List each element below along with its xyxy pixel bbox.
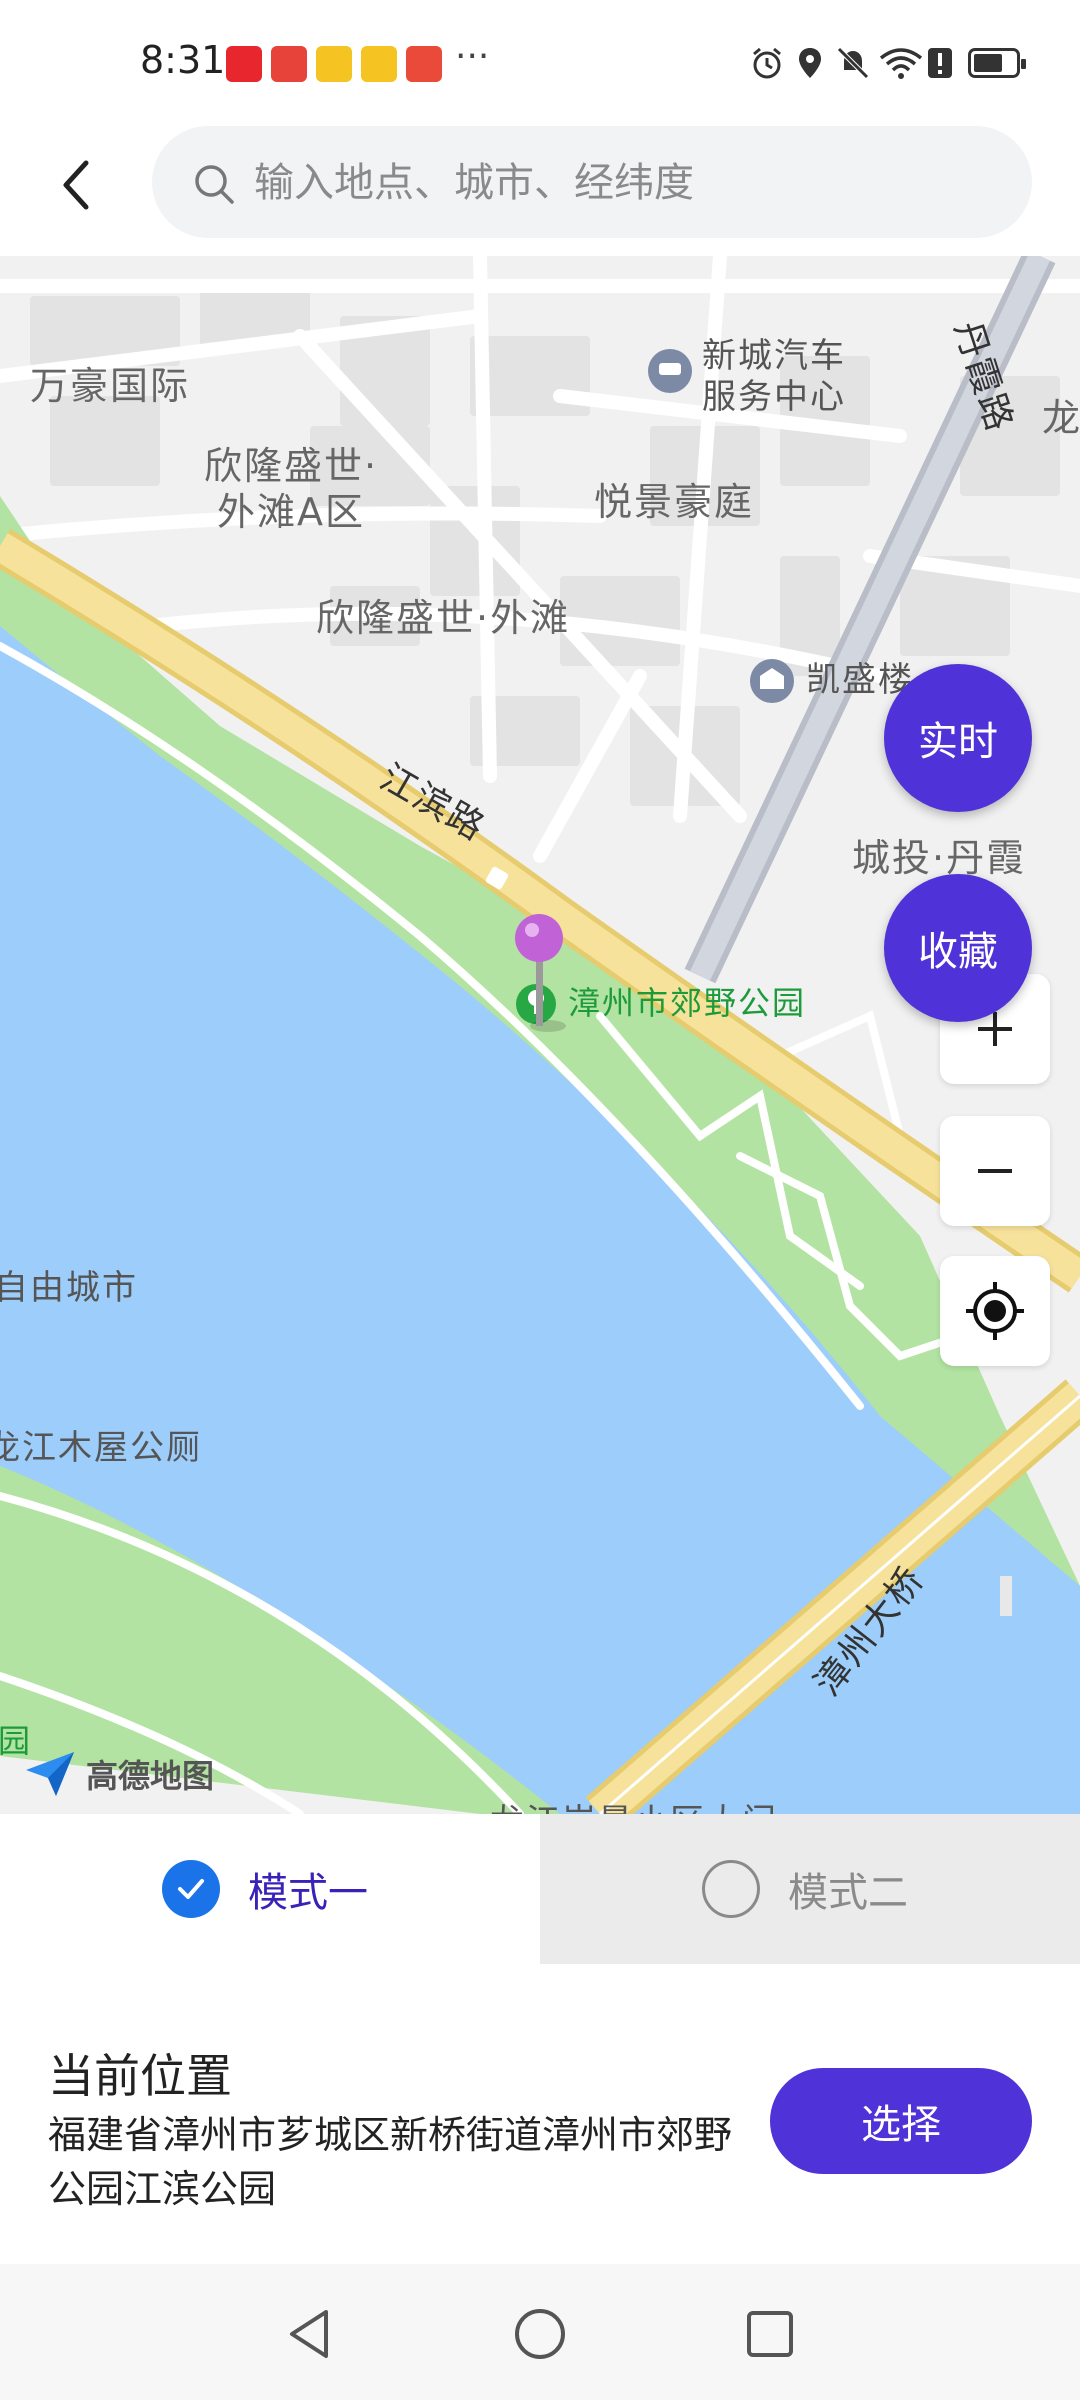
- locate-crosshair-icon: [966, 1282, 1024, 1340]
- alarm-icon: [753, 47, 781, 79]
- amap-brand-logo: 高德地图: [22, 1748, 214, 1800]
- checked-radio-icon: [162, 1860, 220, 1918]
- weibo-icon: [316, 46, 352, 82]
- locate-button[interactable]: [940, 1256, 1050, 1366]
- car-service-poi-icon: [648, 349, 692, 393]
- taobao-live-icon: [226, 46, 262, 82]
- map-label-park: 漳州市郊野公园: [568, 984, 807, 1022]
- system-navigation-bar: [0, 2264, 1080, 2400]
- search-box[interactable]: [152, 126, 1032, 238]
- more-notifications-icon: ···: [455, 36, 490, 77]
- search-icon: [195, 165, 234, 204]
- alert-icon: [928, 48, 952, 78]
- minus-icon: [978, 1169, 1012, 1173]
- mode-one-label: 模式一: [248, 1870, 368, 1916]
- weibo-icon: [361, 46, 397, 82]
- current-location-panel: 当前位置 福建省漳州市芗城区新桥街道漳州市郊野公园江滨公园 选择: [0, 1964, 1080, 2264]
- map-label-chengtou: 城投·丹霞: [852, 836, 1027, 880]
- nav-back-icon[interactable]: [280, 2304, 340, 2364]
- map-label-mumu: 龙江木屋公厕: [0, 1428, 202, 1468]
- battery-icon: [968, 48, 1026, 78]
- search-header: [0, 120, 1080, 256]
- zoom-out-button[interactable]: [940, 1116, 1050, 1226]
- current-location-title: 当前位置: [48, 2049, 232, 2103]
- search-input[interactable]: [252, 146, 996, 220]
- mode-selector: 模式一 模式二: [0, 1814, 1080, 1964]
- map-label-long: 龙: [1042, 396, 1080, 440]
- nav-recents-icon[interactable]: [740, 2304, 800, 2364]
- mode-two-option[interactable]: 模式二: [540, 1814, 1080, 1964]
- map-label-car-service: 新城汽车 服务中心: [702, 336, 846, 417]
- status-bar: 8:31 ···: [0, 0, 1080, 120]
- huawei-icon: [271, 46, 307, 82]
- status-time: 8:31: [140, 38, 226, 82]
- wifi-icon: [879, 48, 923, 79]
- mode-two-label: 模式二: [788, 1870, 908, 1916]
- mute-icon: [837, 47, 869, 79]
- favorite-button[interactable]: 收藏: [884, 874, 1032, 1022]
- map-label-ziyou: 自由城市: [0, 1268, 138, 1308]
- map-view[interactable]: 万豪国际 欣隆盛世· 外滩A区 欣隆盛世·外滩 悦景豪庭 新城汽车 服务中心 凯…: [0, 256, 1080, 1814]
- nav-home-icon[interactable]: [510, 2304, 570, 2364]
- select-button[interactable]: 选择: [770, 2068, 1032, 2174]
- building-poi-icon: [750, 659, 794, 703]
- map-label-yuejing: 悦景豪庭: [594, 480, 755, 524]
- map-label-bottom-cut: 龙江岸景小区大门: [490, 1802, 778, 1814]
- shop-icon: [406, 46, 442, 82]
- back-arrow-icon[interactable]: [52, 155, 102, 215]
- unchecked-radio-icon: [702, 1860, 760, 1918]
- map-label-wanhao: 万豪国际: [30, 364, 191, 408]
- location-icon: [799, 48, 821, 78]
- amap-logo-icon: [26, 1752, 74, 1796]
- current-location-address: 福建省漳州市芗城区新桥街道漳州市郊野公园江滨公园: [48, 2113, 733, 2211]
- map-label-xinlong-a: 欣隆盛世· 外滩A区: [204, 444, 379, 534]
- map-label-xinlong: 欣隆盛世·外滩: [316, 596, 571, 640]
- amap-brand-text: 高德地图: [86, 1757, 215, 1795]
- realtime-button[interactable]: 实时: [884, 664, 1032, 812]
- mode-one-option[interactable]: 模式一: [0, 1814, 540, 1964]
